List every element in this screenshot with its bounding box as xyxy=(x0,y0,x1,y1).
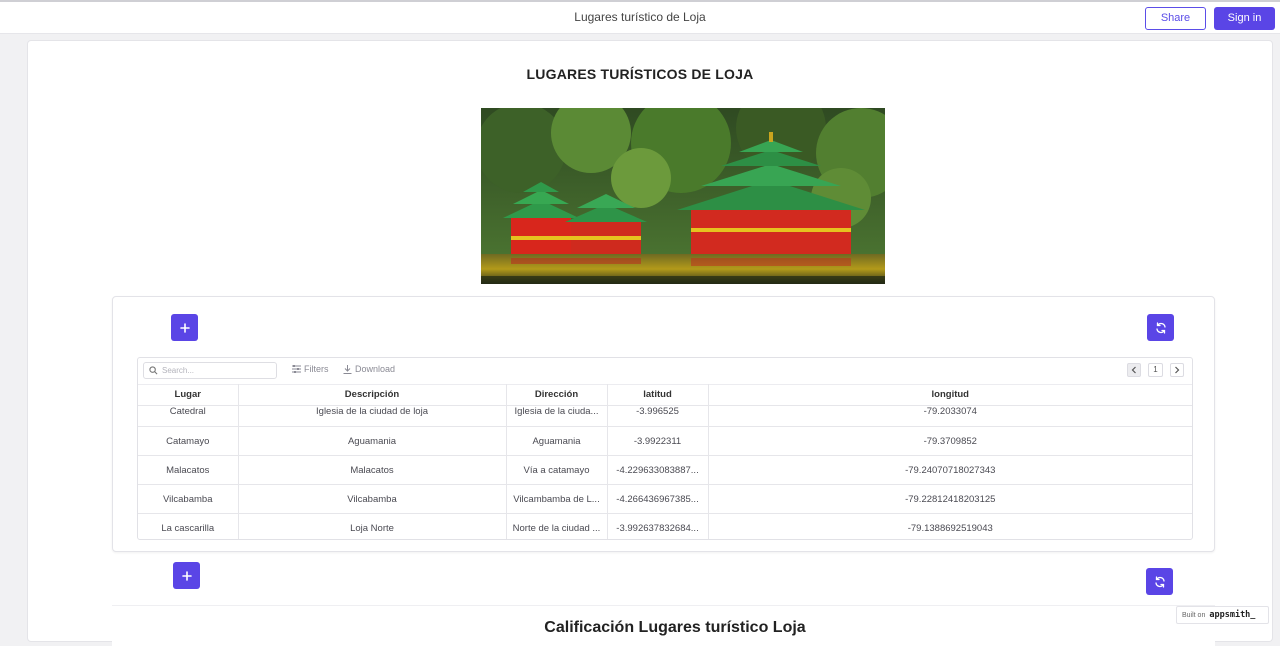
chevron-right-icon xyxy=(1175,366,1180,374)
table-header-row: Lugar Descripción Dirección latitud long… xyxy=(138,384,1192,406)
app-title: Lugares turístico de Loja xyxy=(574,10,706,24)
table-cell: -79.3709852 xyxy=(708,426,1192,456)
table-cell: -3.992637832684... xyxy=(607,513,709,539)
table-cell: Catamayo xyxy=(138,426,239,456)
plus-icon xyxy=(181,570,192,581)
refresh-icon xyxy=(1154,575,1165,588)
search-input[interactable] xyxy=(162,364,272,377)
filter-icon xyxy=(292,365,301,373)
built-on-label: Built on xyxy=(1182,611,1206,619)
table-cell: La cascarilla xyxy=(138,513,239,539)
filters-label: Filters xyxy=(304,364,329,374)
appsmith-logo: appsmith_ xyxy=(1209,610,1256,620)
table-cell: Loja Norte xyxy=(238,513,507,539)
refresh-button[interactable] xyxy=(1147,314,1174,341)
column-header-descripcion[interactable]: Descripción xyxy=(238,384,507,406)
search-box xyxy=(143,362,277,379)
add-rating-button[interactable] xyxy=(173,562,200,589)
chevron-left-icon xyxy=(1131,366,1136,374)
table-cell: Vilcabamba xyxy=(238,484,507,514)
sign-in-button[interactable]: Sign in xyxy=(1214,7,1275,30)
table-cell: Iglesia de la ciudad de loja xyxy=(238,405,507,427)
table-cell: Vilcambamba de L... xyxy=(506,484,608,514)
column-header-direccion[interactable]: Dirección xyxy=(506,384,608,406)
next-page-button[interactable] xyxy=(1170,363,1184,377)
table-cell: Vía a catamayo xyxy=(506,455,608,485)
table-row[interactable]: Vilcabamba Vilcabamba Vilcambamba de L..… xyxy=(138,484,1192,514)
share-button[interactable]: Share xyxy=(1145,7,1206,30)
download-label: Download xyxy=(355,364,396,374)
refresh-rating-button[interactable] xyxy=(1146,568,1173,595)
table-cell: Aguamania xyxy=(506,426,608,456)
filters-button[interactable]: Filters xyxy=(292,364,329,374)
table-cell: -79.2033074 xyxy=(708,405,1192,427)
table-toolbar: Filters Download 1 xyxy=(138,358,1192,385)
built-on-badge[interactable]: Built on appsmith_ xyxy=(1176,606,1269,624)
search-icon xyxy=(149,366,158,375)
table-cell: Malacatos xyxy=(138,455,239,485)
table-cell: Vilcabamba xyxy=(138,484,239,514)
table-row[interactable]: La cascarilla Loja Norte Norte de la ciu… xyxy=(138,513,1192,539)
page-title: LUGARES TURÍSTICOS DE LOJA xyxy=(526,66,754,82)
pagoda-image xyxy=(481,108,885,284)
table-cell: Aguamania xyxy=(238,426,507,456)
data-table: Filters Download 1 Lugar Descripci xyxy=(137,357,1193,540)
table-cell: -79.24070718027343 xyxy=(708,455,1192,485)
table-grid: Lugar Descripción Dirección latitud long… xyxy=(138,384,1192,539)
table-cell: -79.1388692519043 xyxy=(708,513,1192,539)
table-cell: -4.229633083887... xyxy=(607,455,709,485)
hero-image xyxy=(481,108,885,284)
table-cell: Norte de la ciudad ... xyxy=(506,513,608,539)
column-header-latitud[interactable]: latitud xyxy=(607,384,709,406)
table-cell: -3.996525 xyxy=(607,405,709,427)
table-cell: Catedral xyxy=(138,405,239,427)
table-row[interactable]: Malacatos Malacatos Vía a catamayo -4.22… xyxy=(138,455,1192,485)
plus-icon xyxy=(179,322,190,333)
table-row[interactable]: Catamayo Aguamania Aguamania -3.9922311 … xyxy=(138,426,1192,456)
table-cell: -3.9922311 xyxy=(607,426,709,456)
app-header: Lugares turístico de Loja Share Sign in xyxy=(0,0,1280,34)
column-header-lugar[interactable]: Lugar xyxy=(138,384,239,406)
prev-page-button[interactable] xyxy=(1127,363,1141,377)
column-header-longitud[interactable]: longitud xyxy=(708,384,1192,406)
table-cell: Iglesia de la ciuda... xyxy=(506,405,608,427)
table-cell: -79.22812418203125 xyxy=(708,484,1192,514)
table-cell: -4.266436967385... xyxy=(607,484,709,514)
rating-section-title: Calificación Lugares turístico Loja xyxy=(544,619,806,636)
add-row-button[interactable] xyxy=(171,314,198,341)
download-icon xyxy=(343,364,352,374)
table-cell: Malacatos xyxy=(238,455,507,485)
download-button[interactable]: Download xyxy=(343,364,395,374)
table-row[interactable]: Catedral Iglesia de la ciudad de loja Ig… xyxy=(138,405,1192,427)
refresh-icon xyxy=(1155,321,1166,334)
page-number: 1 xyxy=(1148,363,1163,377)
